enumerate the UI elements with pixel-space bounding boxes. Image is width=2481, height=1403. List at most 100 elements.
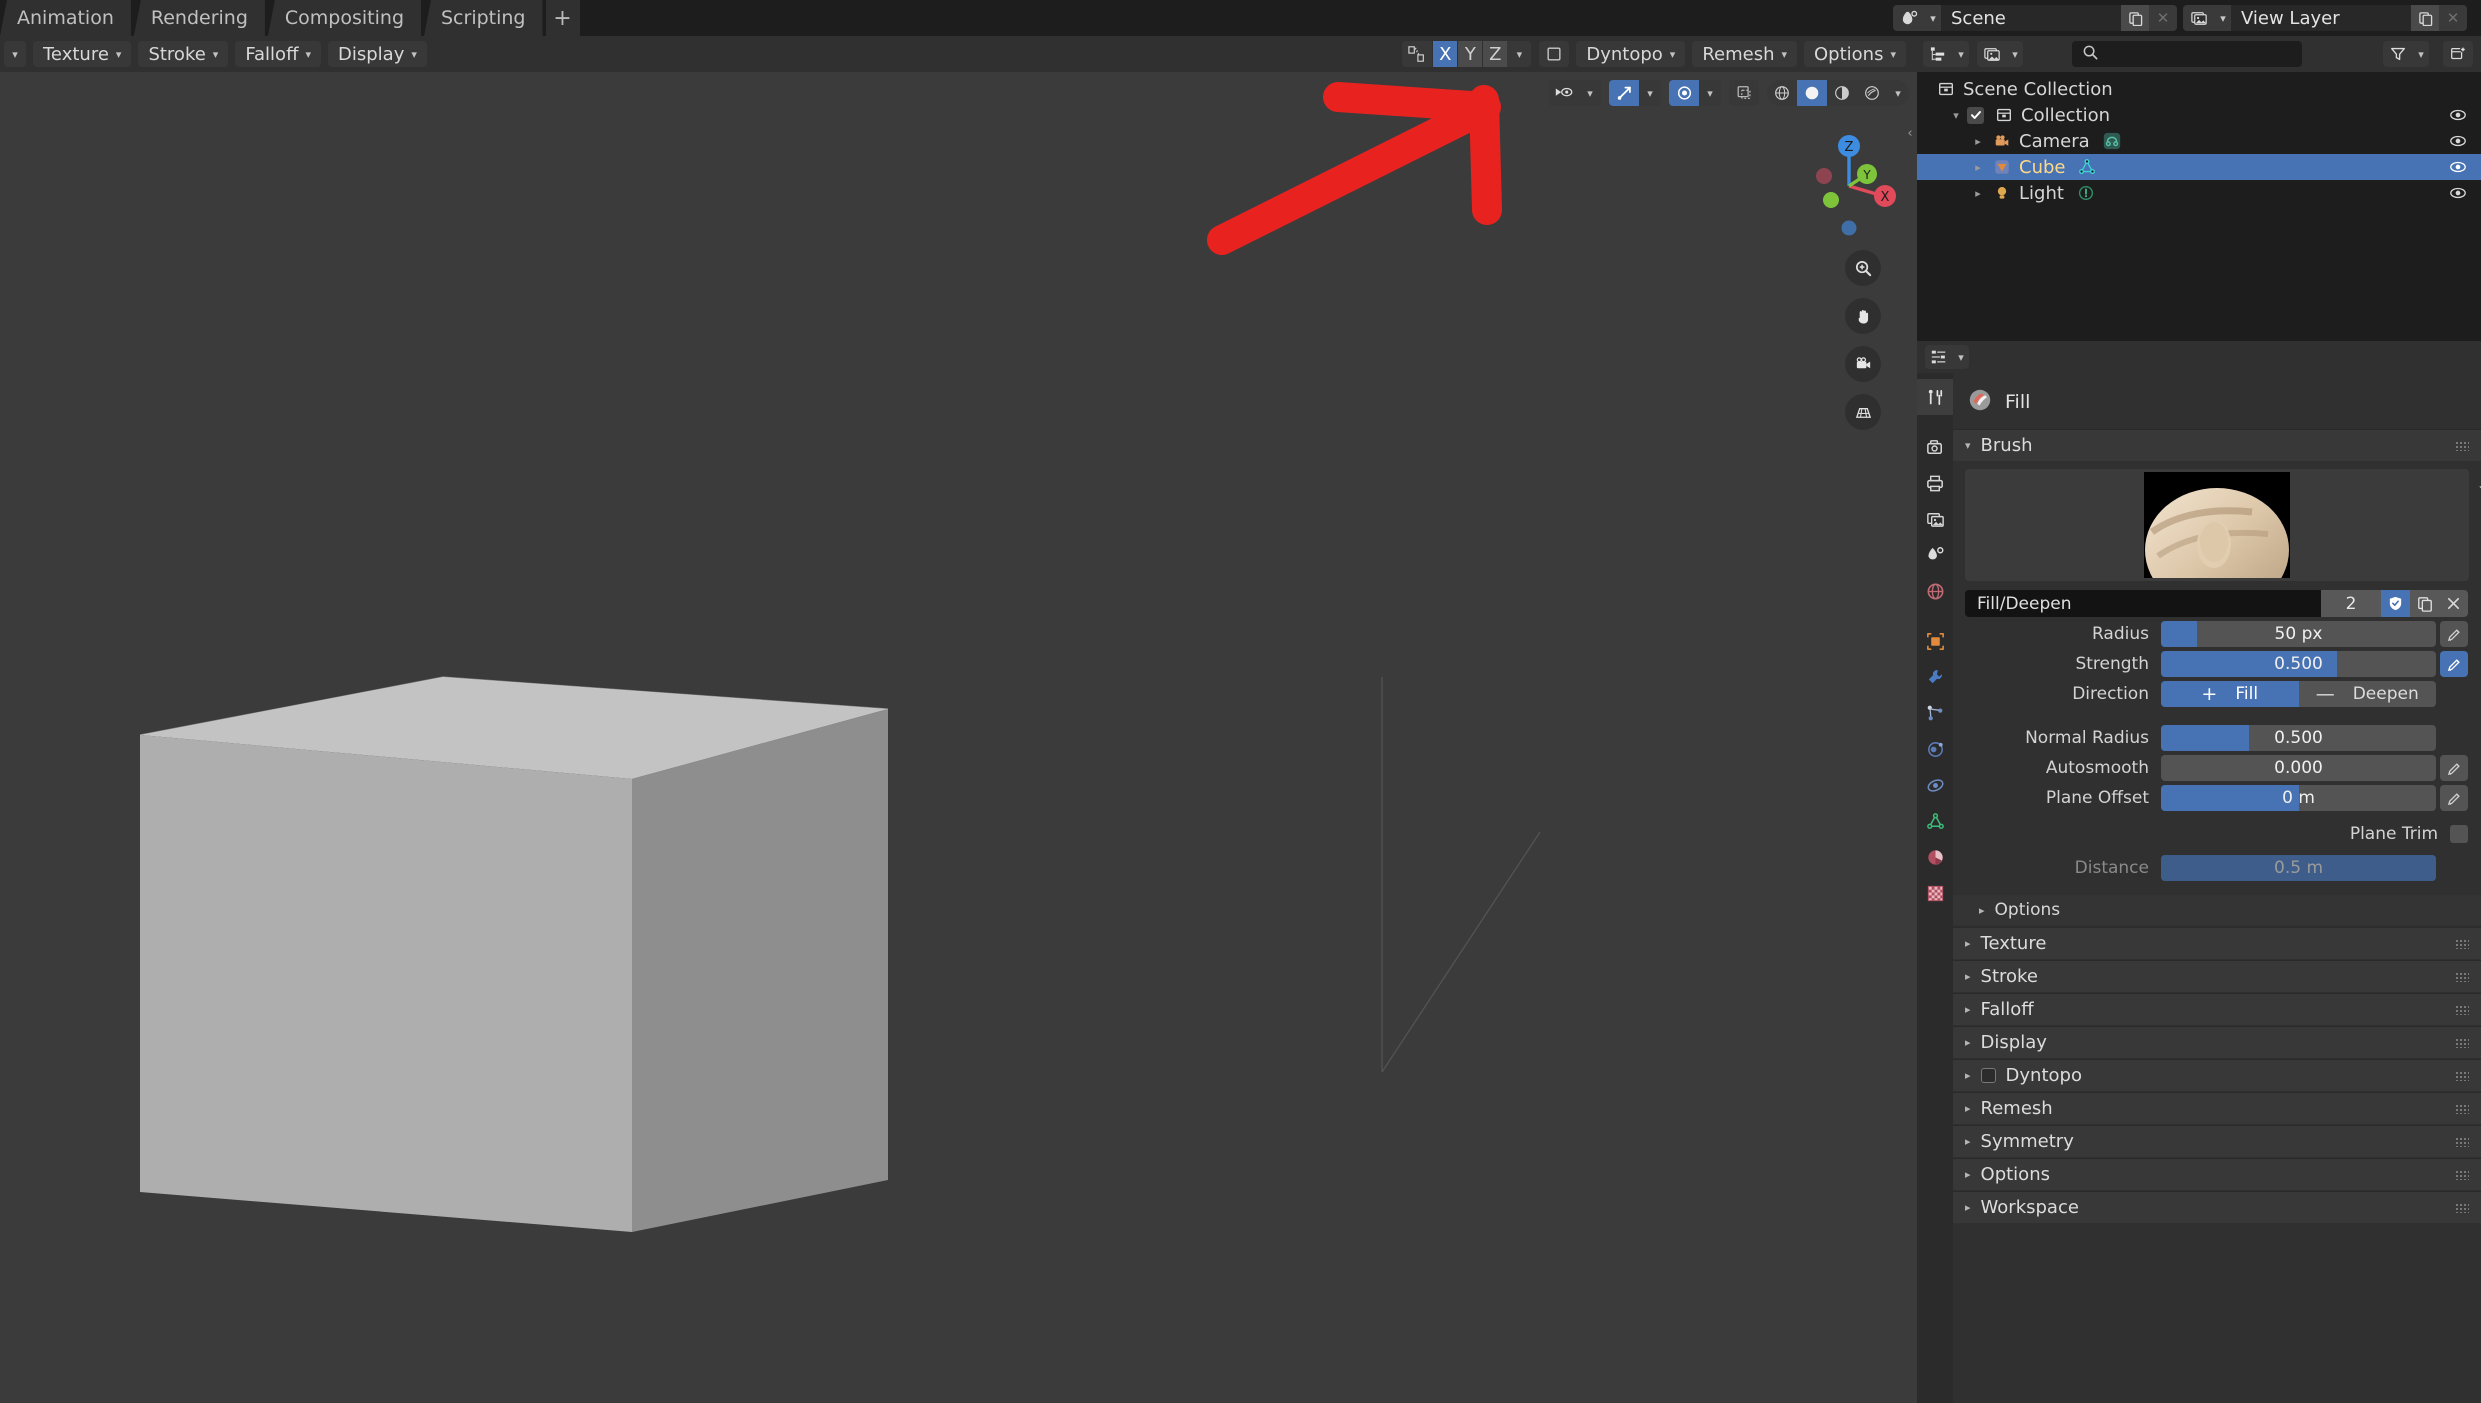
panel-brush[interactable]: ▾ Brush <box>1953 429 2481 461</box>
panel-remesh[interactable]: ▸ Remesh <box>1953 1092 2481 1124</box>
light-data-icon[interactable] <box>2076 183 2096 203</box>
disclosure-triangle-right-icon[interactable]: ▸ <box>1967 135 1989 148</box>
symmetry-axis-x[interactable]: X <box>1432 41 1458 67</box>
properties-editor-type-selector[interactable]: ▾ <box>1925 345 1969 369</box>
plane-offset-pressure-toggle-icon[interactable] <box>2440 785 2468 811</box>
view-layer-tab[interactable] <box>1917 501 1953 537</box>
visibility-eye-icon[interactable] <box>2449 108 2467 122</box>
constraints-tab[interactable] <box>1917 767 1953 803</box>
workspace-tab-scripting[interactable]: Scripting <box>424 0 543 36</box>
chevron-down-icon[interactable]: ▾ <box>1699 80 1721 106</box>
view-layer-datablock[interactable]: ▾ View Layer ✕ <box>2183 5 2467 31</box>
panel-workspace[interactable]: ▸ Workspace <box>1953 1191 2481 1223</box>
radius-pressure-toggle-icon[interactable] <box>2440 621 2468 647</box>
chevron-down-icon[interactable]: ▾ <box>1579 80 1601 106</box>
toggle-perspective-ortho-icon[interactable] <box>1845 394 1881 430</box>
world-tab[interactable] <box>1917 573 1953 609</box>
subpanel-options[interactable]: ▸ Options <box>1953 895 2481 925</box>
brush-preview[interactable]: ⌄ <box>1965 469 2481 581</box>
object-data-tab[interactable] <box>1917 803 1953 839</box>
remove-view-layer-button[interactable]: ✕ <box>2439 5 2467 31</box>
new-view-layer-button[interactable] <box>2411 5 2439 31</box>
sidebar-collapse-arrow-icon[interactable]: ‹ <box>1903 118 1917 148</box>
outliner-display-mode-selector[interactable]: ▾ <box>1923 41 1969 67</box>
strength-pressure-toggle-icon[interactable] <box>2440 651 2468 677</box>
chevron-down-icon[interactable]: ▾ <box>1639 80 1661 106</box>
scene-datablock[interactable]: ▾ Scene ✕ <box>1893 5 2177 31</box>
menu-texture[interactable]: Texture ▾ <box>33 41 132 67</box>
physics-tab[interactable] <box>1917 731 1953 767</box>
brush-users-count[interactable]: 2 <box>2321 590 2381 617</box>
menu-dyntopo[interactable]: Dyntopo ▾ <box>1576 41 1686 67</box>
setting-normal-radius-slider[interactable]: 0.500 <box>2161 725 2436 751</box>
outliner-row-light[interactable]: ▸ Light <box>1917 180 2481 206</box>
symmetry-axis-z[interactable]: Z <box>1482 41 1508 67</box>
new-collection-button[interactable] <box>2442 41 2473 67</box>
setting-autosmooth-slider[interactable]: 0.000 <box>2161 755 2436 781</box>
scene-name[interactable]: Scene <box>1941 5 2121 31</box>
outliner-row-camera[interactable]: ▸ Camera <box>1917 128 2481 154</box>
rendered-shading[interactable] <box>1857 80 1887 106</box>
panel-dyntopo[interactable]: ▸ Dyntopo <box>1953 1059 2481 1091</box>
3d-viewport[interactable]: ▾ ▾ ▾ ▾ ‹ Z Y X <box>0 72 1917 1403</box>
menu-falloff[interactable]: Falloff ▾ <box>235 41 322 67</box>
setting-strength-slider[interactable]: 0.500 <box>2161 651 2436 677</box>
menu-options[interactable]: Options ▾ <box>1804 41 1906 67</box>
view-layer-name[interactable]: View Layer <box>2231 5 2411 31</box>
camera-data-icon[interactable] <box>2102 131 2122 151</box>
panel-options[interactable]: ▸ Options <box>1953 1158 2481 1190</box>
direction-fill-option[interactable]: + Fill <box>2161 681 2299 707</box>
menu-remesh[interactable]: Remesh ▾ <box>1692 41 1798 67</box>
object-visibility-icon[interactable] <box>1549 80 1579 106</box>
panel-stroke[interactable]: ▸ Stroke <box>1953 960 2481 992</box>
dyntopo-checkbox[interactable] <box>1980 1068 1996 1083</box>
texture-tab[interactable] <box>1917 875 1953 911</box>
workspace-tab-rendering[interactable]: Rendering <box>133 0 265 36</box>
material-tab[interactable] <box>1917 839 1953 875</box>
chevron-down-icon[interactable]: ▾ <box>2215 5 2231 31</box>
visibility-eye-icon[interactable] <box>2449 134 2467 148</box>
particles-tab[interactable] <box>1917 695 1953 731</box>
material-preview-shading[interactable] <box>1827 80 1857 106</box>
setting-radius-slider[interactable]: 50 px <box>2161 621 2436 647</box>
panel-falloff[interactable]: ▸ Falloff <box>1953 993 2481 1025</box>
panel-texture[interactable]: ▸ Texture <box>1953 927 2481 959</box>
editor-type-chevron[interactable]: ▾ <box>4 41 26 67</box>
chevron-down-icon[interactable]: ▾ <box>1887 80 1909 106</box>
unlink-x-icon[interactable] <box>2439 590 2468 617</box>
navigation-gizmo[interactable]: Z Y X <box>1787 124 1905 242</box>
outliner-filter-button[interactable]: ▾ <box>2382 41 2429 67</box>
mesh-data-icon[interactable] <box>2077 157 2097 177</box>
outliner-search-field[interactable] <box>2071 41 2302 67</box>
brush-preview-expand-chevron[interactable]: ⌄ <box>2471 469 2481 501</box>
symmetry-axis-y[interactable]: Y <box>1457 41 1483 67</box>
disclosure-triangle-down-icon[interactable]: ▾ <box>1945 109 1967 122</box>
plane-trim-checkbox[interactable] <box>2450 825 2468 843</box>
autosmooth-pressure-toggle-icon[interactable] <box>2440 755 2468 781</box>
proportional-editing-icon[interactable] <box>1669 80 1699 106</box>
snap-magnet-icon[interactable] <box>1609 80 1639 106</box>
scene-tab[interactable] <box>1917 537 1953 573</box>
chevron-down-icon[interactable]: ▾ <box>1925 5 1941 31</box>
tool-tab[interactable] <box>1917 379 1953 415</box>
render-tab[interactable] <box>1917 429 1953 465</box>
camera-view-icon[interactable] <box>1845 346 1881 382</box>
setting-distance-slider[interactable]: 0.5 m <box>2161 855 2436 881</box>
workspace-tab-animation[interactable]: Animation <box>0 0 131 36</box>
object-tab[interactable] <box>1917 623 1953 659</box>
collection-checkbox[interactable] <box>1967 106 1984 124</box>
unlink-scene-button[interactable]: ✕ <box>2149 5 2177 31</box>
outliner-row-scene-collection[interactable]: Scene Collection <box>1917 76 2481 102</box>
chevron-down-icon[interactable]: ▾ <box>1507 41 1532 67</box>
outliner-row-cube[interactable]: ▸ Cube <box>1917 154 2481 180</box>
modifier-tab[interactable] <box>1917 659 1953 695</box>
brush-name-field[interactable]: Fill/Deepen <box>1965 590 2321 617</box>
add-workspace-button[interactable]: + <box>545 0 580 36</box>
solid-shading[interactable] <box>1797 80 1827 106</box>
new-scene-button[interactable] <box>2121 5 2149 31</box>
duplicate-icon[interactable] <box>2410 590 2439 617</box>
wireframe-shading[interactable] <box>1767 80 1797 106</box>
visibility-eye-icon[interactable] <box>2449 186 2467 200</box>
mask-icon[interactable] <box>1539 41 1570 67</box>
menu-stroke[interactable]: Stroke ▾ <box>138 41 229 67</box>
